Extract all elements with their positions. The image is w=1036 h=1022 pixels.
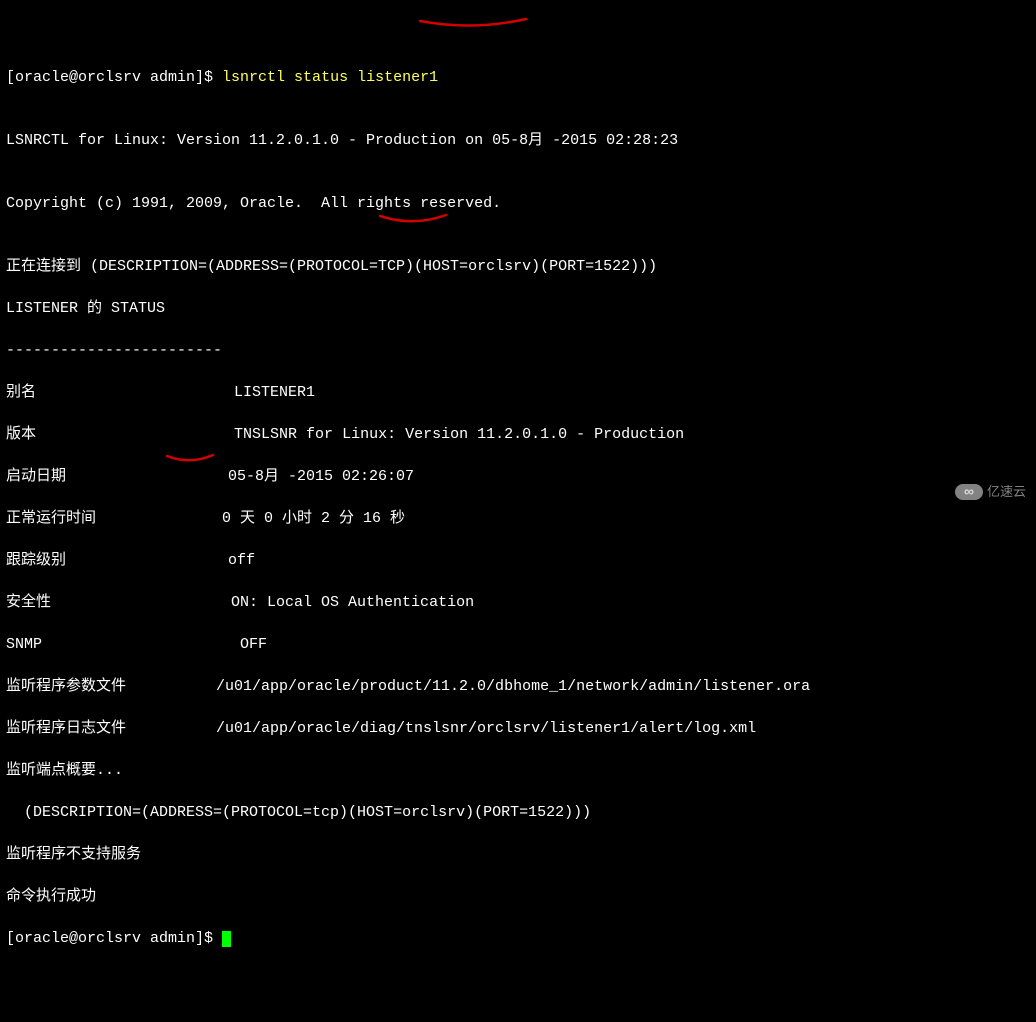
prompt-line-2[interactable]: [oracle@orclsrv admin]$ [6,928,1030,949]
annotation-underline-icon [165,453,215,467]
value-startdate: 05-8月 -2015 02:26:07 [228,468,414,485]
output-row-uptime: 正常运行时间 0 天 0 小时 2 分 16 秒 [6,508,1030,529]
value-logfile: /u01/app/oracle/diag/tnslsnr/orclsrv/lis… [216,720,756,737]
output-row-startdate: 启动日期 05-8月 -2015 02:26:07 [6,466,1030,487]
output-status-header: LISTENER 的 STATUS [6,298,1030,319]
prompt-line-1[interactable]: [oracle@orclsrv admin]$ lsnrctl status l… [6,67,1030,88]
cursor-icon [222,931,231,947]
label-alias: 别名 [6,384,234,401]
value-version: TNSLSNR for Linux: Version 11.2.0.1.0 - … [234,426,684,443]
output-row-paramfile: 监听程序参数文件 /u01/app/oracle/product/11.2.0/… [6,676,1030,697]
value-alias: LISTENER1 [234,384,315,401]
output-row-alias: 别名 LISTENER1 [6,382,1030,403]
value-paramfile: /u01/app/oracle/product/11.2.0/dbhome_1/… [216,678,810,695]
label-logfile: 监听程序日志文件 [6,720,216,737]
output-endpoint-desc: (DESCRIPTION=(ADDRESS=(PROTOCOL=tcp)(HOS… [6,802,1030,823]
output-connecting: 正在连接到 (DESCRIPTION=(ADDRESS=(PROTOCOL=TC… [6,256,1030,277]
label-security: 安全性 [6,594,231,611]
output-banner: LSNRCTL for Linux: Version 11.2.0.1.0 - … [6,130,1030,151]
label-uptime: 正常运行时间 [6,510,222,527]
label-version: 版本 [6,426,234,443]
output-no-services: 监听程序不支持服务 [6,844,1030,865]
output-row-security: 安全性 ON: Local OS Authentication [6,592,1030,613]
command-text: lsnrctl status listener1 [222,69,438,86]
label-snmp: SNMP [6,636,240,653]
output-endpoints-summary: 监听端点概要... [6,760,1030,781]
value-security: ON: Local OS Authentication [231,594,474,611]
label-startdate: 启动日期 [6,468,228,485]
shell-prompt: [oracle@orclsrv admin]$ [6,930,222,947]
output-copyright: Copyright (c) 1991, 2009, Oracle. All ri… [6,193,1030,214]
watermark-cloud-icon [955,484,983,500]
value-trace: off [228,552,255,569]
output-row-logfile: 监听程序日志文件 /u01/app/oracle/diag/tnslsnr/or… [6,718,1030,739]
annotation-underline-icon [418,17,528,31]
shell-prompt: [oracle@orclsrv admin]$ [6,69,222,86]
annotation-underline-icon [378,213,448,227]
value-snmp: OFF [240,636,267,653]
output-cmd-success: 命令执行成功 [6,886,1030,907]
output-row-trace: 跟踪级别 off [6,550,1030,571]
value-uptime: 0 天 0 小时 2 分 16 秒 [222,510,405,527]
watermark: 亿速云 [955,483,1026,501]
label-trace: 跟踪级别 [6,552,228,569]
output-row-snmp: SNMP OFF [6,634,1030,655]
output-dashes: ------------------------ [6,340,1030,361]
watermark-text: 亿速云 [987,483,1026,501]
output-row-version: 版本 TNSLSNR for Linux: Version 11.2.0.1.0… [6,424,1030,445]
label-paramfile: 监听程序参数文件 [6,678,216,695]
